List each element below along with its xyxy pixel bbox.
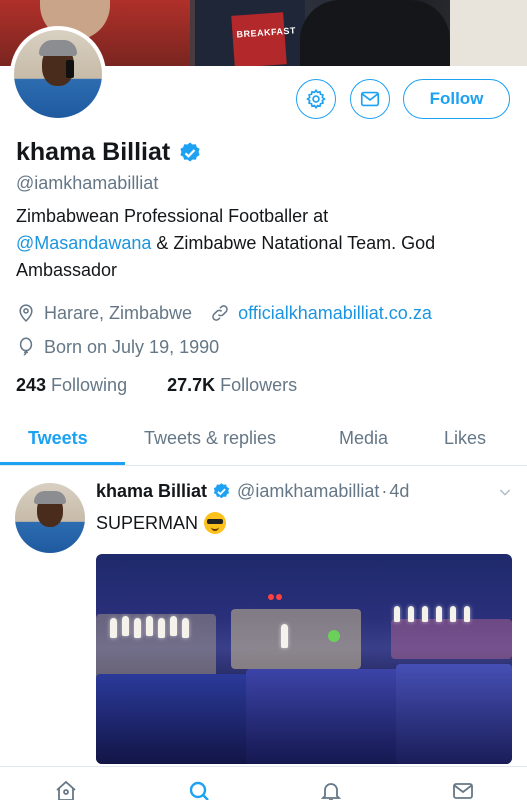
bowling-pin [436, 606, 442, 622]
bowling-pin [158, 618, 165, 638]
tweet-author-name[interactable]: khama Billiat [96, 481, 207, 502]
bowling-pin [450, 606, 456, 622]
media-light-right [391, 619, 512, 659]
follow-button[interactable]: Follow [403, 79, 510, 119]
location-pin-icon [19, 304, 33, 322]
gear-icon [306, 88, 326, 110]
search-icon[interactable] [186, 779, 212, 800]
tweet-author-handle[interactable]: @iamkhamabilliat [237, 481, 379, 502]
avatar-phone [66, 60, 74, 78]
tweet-avatar-cap [34, 491, 66, 504]
sunglasses-emoji-icon [204, 512, 227, 534]
tweet-header: khama Billiat @iamkhamabilliat · 4d [96, 481, 409, 502]
verified-badge-icon [213, 483, 230, 499]
bowling-pin [182, 618, 189, 638]
followers-count: 27.7K [167, 375, 216, 395]
media-ball [328, 630, 340, 642]
profile-handle: @iamkhamabilliat [16, 173, 159, 193]
media-lane-center [246, 669, 406, 764]
banner-person-right [300, 0, 450, 66]
verified-badge-icon [180, 142, 200, 161]
profile-counts: 243 Following 27.7K Followers [16, 375, 337, 396]
tweet-text-content: SUPERMAN [96, 512, 199, 533]
following-label: Following [51, 375, 128, 395]
followers-label: Followers [220, 375, 298, 395]
media-red-light [276, 594, 282, 600]
banner-book: BREAKFAST [231, 12, 296, 66]
avatar-cap [39, 40, 77, 56]
envelope-icon [360, 91, 380, 107]
media-lane-left [96, 674, 256, 764]
tab-tweets-and-replies[interactable]: Tweets & replies [144, 428, 276, 449]
profile-location: Harare, Zimbabwe [44, 302, 193, 323]
home-icon[interactable] [53, 779, 79, 800]
tab-likes[interactable]: Likes [444, 428, 486, 449]
tweet-separator: · [381, 481, 388, 501]
bowling-pin [170, 616, 177, 636]
link-icon [212, 305, 228, 321]
profile-tabs: Tweets Tweets & replies Media Likes [0, 418, 527, 466]
avatar-photo [14, 30, 102, 118]
profile-avatar[interactable] [10, 26, 106, 122]
bio-line2: & Zimbabwe Natational Team. God [151, 233, 436, 253]
profile-website-link[interactable]: officialkhamabilliat.co.za [238, 303, 432, 324]
notifications-icon[interactable] [318, 779, 344, 800]
bowling-pin [394, 606, 400, 622]
profile-bio: Zimbabwean Professional Footballer at @M… [16, 203, 511, 284]
bowling-pin [408, 606, 414, 622]
balloon-icon [19, 337, 33, 356]
banner-background [450, 0, 527, 66]
bio-mention-link[interactable]: @Masandawana [16, 233, 151, 253]
bowling-pin [134, 618, 141, 638]
tweet-media-video[interactable] [96, 554, 512, 764]
bowling-pin [422, 606, 428, 622]
bowling-pin [110, 618, 117, 638]
settings-button[interactable] [296, 79, 336, 119]
bowling-pin [146, 616, 153, 636]
tab-media[interactable]: Media [339, 428, 388, 449]
tab-tweets[interactable]: Tweets [28, 428, 88, 449]
profile-birth-row: Born on July 19, 1990 [16, 336, 219, 358]
media-red-light [268, 594, 274, 600]
tweet-text: SUPERMAN [96, 512, 227, 534]
following-count-link[interactable]: 243 Following [16, 375, 127, 396]
bio-line3: Ambassador [16, 260, 118, 280]
message-button[interactable] [350, 79, 390, 119]
bio-line1: Zimbabwean Professional Footballer at [16, 206, 329, 226]
bottom-navigation [0, 766, 527, 800]
active-tab-indicator [0, 462, 125, 465]
bowling-pin [464, 606, 470, 622]
profile-birthdate: Born on July 19, 1990 [44, 336, 220, 357]
chevron-down-icon[interactable] [497, 484, 513, 500]
profile-location-row: Harare, Zimbabwe officialkhamabilliat.co… [16, 302, 432, 324]
profile-name-row: khama Billiat [16, 138, 202, 167]
profile-name: khama Billiat [16, 138, 171, 166]
bowling-pin [122, 616, 129, 636]
bowling-pin [281, 624, 288, 648]
media-light-center [231, 609, 361, 669]
media-lane-right [396, 664, 512, 764]
messages-icon[interactable] [450, 779, 476, 800]
tweet-timestamp[interactable]: 4d [389, 481, 409, 502]
followers-count-link[interactable]: 27.7K Followers [167, 375, 297, 396]
following-count: 243 [16, 375, 47, 395]
tweet-avatar[interactable] [15, 483, 85, 553]
